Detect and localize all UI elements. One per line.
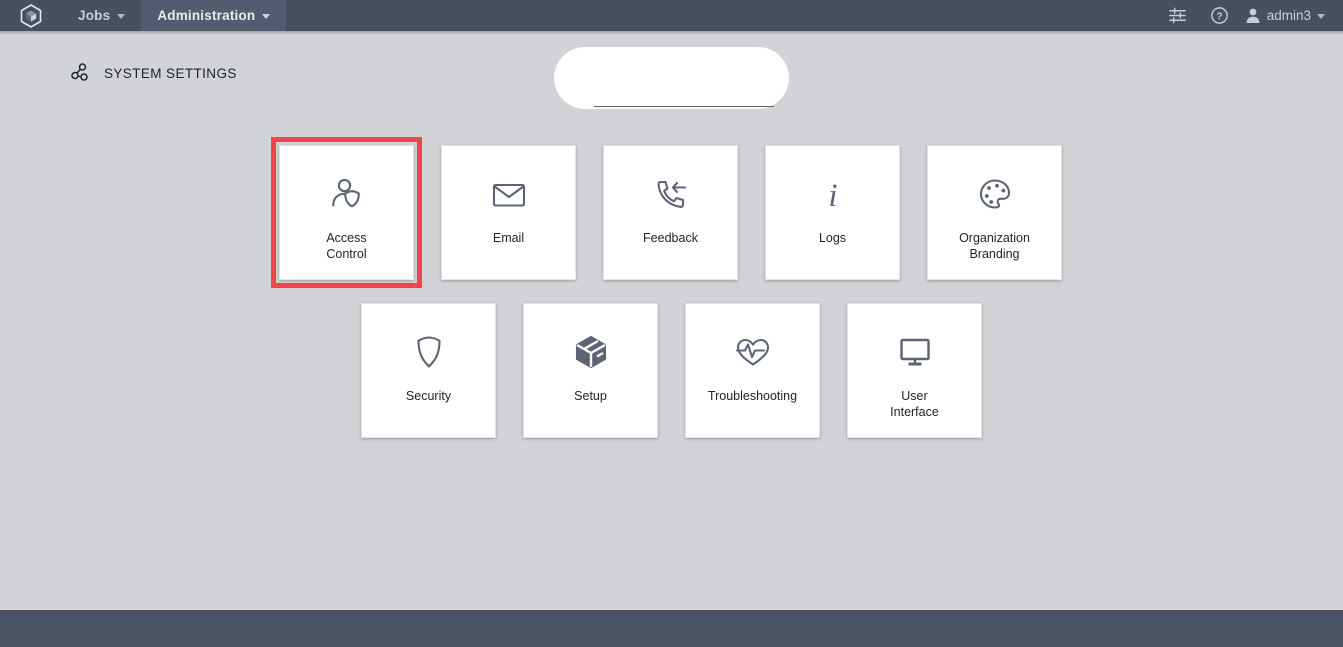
tile-label: Access Control <box>326 231 367 261</box>
svg-text:i: i <box>828 178 837 214</box>
user-name-label: admin3 <box>1266 8 1311 23</box>
help-circle-icon: ? <box>1211 7 1229 24</box>
tile-label: User Interface <box>890 389 939 419</box>
heart-pulse-icon <box>733 330 773 374</box>
tile-label: Feedback <box>643 231 698 245</box>
tile-label: Setup <box>574 389 607 403</box>
top-navigation-bar: Jobs Administration ? admin3 <box>0 0 1343 31</box>
shield-icon <box>409 330 449 374</box>
phone-return-icon <box>651 172 691 216</box>
page-footer <box>0 610 1343 647</box>
tile-setup[interactable]: Setup <box>523 303 658 438</box>
settings-tile-row-2: Security Setup Troubleshooting User Inte… <box>361 303 982 438</box>
user-shield-icon <box>327 172 367 216</box>
tile-security[interactable]: Security <box>361 303 496 438</box>
tile-organization-branding[interactable]: Organization Branding <box>927 145 1062 280</box>
nav-item-administration[interactable]: Administration <box>141 0 287 31</box>
tile-troubleshooting[interactable]: Troubleshooting <box>685 303 820 438</box>
hierarchy-nodes-icon <box>71 63 88 81</box>
tile-label: Security <box>405 389 452 403</box>
topbar-shadow <box>0 31 1343 35</box>
nav-item-jobs[interactable]: Jobs <box>62 0 141 31</box>
preferences-icon[interactable] <box>1157 0 1199 31</box>
tile-feedback[interactable]: Feedback <box>603 145 738 280</box>
app-logo[interactable] <box>0 0 62 31</box>
tile-user-interface[interactable]: User Interface <box>847 303 982 438</box>
tile-access-control[interactable]: Access Control <box>271 137 422 288</box>
nav-item-administration-label: Administration <box>157 8 256 23</box>
tile-label: Email <box>492 231 525 245</box>
topbar-actions: ? admin3 <box>1157 0 1343 31</box>
tile-logs[interactable]: i Logs <box>765 145 900 280</box>
cube-box-icon <box>571 330 611 374</box>
tile-label: Logs <box>818 231 847 245</box>
tile-label: Organization Branding <box>959 231 1030 261</box>
help-icon[interactable]: ? <box>1199 0 1241 31</box>
paint-palette-icon <box>975 172 1015 216</box>
chevron-down-icon <box>1317 14 1325 19</box>
monitor-icon <box>895 330 935 374</box>
page-header: SYSTEM SETTINGS <box>70 62 237 84</box>
tile-label: Troubleshooting <box>707 389 798 403</box>
sliders-settings-icon <box>1169 7 1187 24</box>
tile-email[interactable]: Email <box>441 145 576 280</box>
nav-item-jobs-label: Jobs <box>78 8 111 23</box>
hexagon-cube-logo-icon <box>20 3 42 28</box>
chevron-down-icon <box>262 14 271 19</box>
envelope-icon <box>489 172 529 216</box>
info-italic-icon: i <box>813 172 853 216</box>
svg-text:?: ? <box>1217 12 1223 23</box>
filter-panel <box>554 47 789 109</box>
user-avatar-icon <box>1246 8 1260 23</box>
settings-tile-row-1: Access Control Email Feedback i Logs Org… <box>271 137 1062 288</box>
chevron-down-icon <box>117 14 126 19</box>
user-menu[interactable]: admin3 <box>1241 0 1333 31</box>
page-title: SYSTEM SETTINGS <box>104 65 237 81</box>
filter-input[interactable] <box>594 77 774 107</box>
